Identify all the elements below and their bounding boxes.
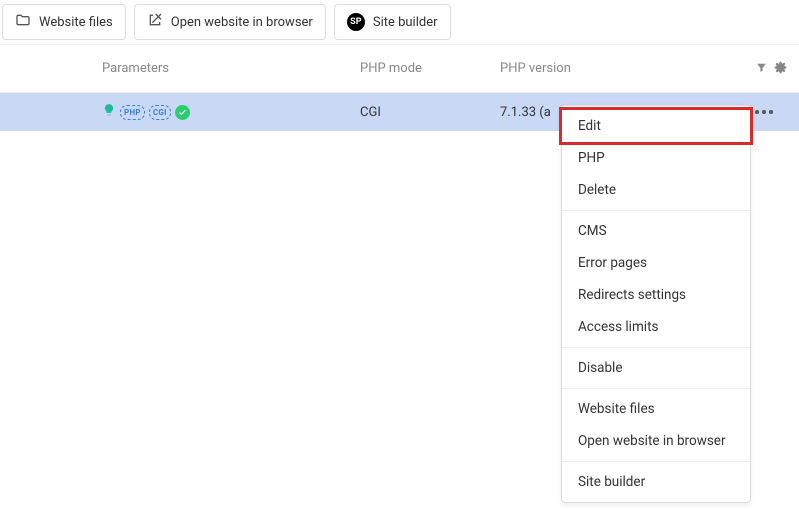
menu-item-redirects[interactable]: Redirects settings <box>562 279 750 311</box>
sp-badge-icon: SP <box>347 13 365 31</box>
table-header: Parameters PHP mode PHP version <box>0 45 799 93</box>
header-php-mode: PHP mode <box>360 61 500 78</box>
filter-icon[interactable] <box>755 61 768 78</box>
menu-item-edit[interactable]: Edit <box>559 107 753 145</box>
menu-divider <box>562 461 750 462</box>
menu-item-php[interactable]: PHP <box>562 142 750 174</box>
menu-divider <box>562 347 750 348</box>
open-in-browser-label: Open website in browser <box>171 15 313 30</box>
lightbulb-icon <box>102 103 116 121</box>
more-actions-icon[interactable] <box>755 110 787 114</box>
menu-divider <box>562 210 750 211</box>
cgi-badge: CGI <box>149 105 171 120</box>
menu-item-disable[interactable]: Disable <box>562 352 750 384</box>
check-circle-icon <box>175 105 190 120</box>
menu-item-access-limits[interactable]: Access limits <box>562 311 750 343</box>
menu-item-delete[interactable]: Delete <box>562 174 750 206</box>
open-in-browser-button[interactable]: Open website in browser <box>134 4 326 40</box>
menu-item-site-builder[interactable]: Site builder <box>562 466 750 498</box>
website-files-button[interactable]: Website files <box>2 4 126 40</box>
site-builder-button[interactable]: SP Site builder <box>334 4 451 40</box>
site-builder-label: Site builder <box>373 15 438 30</box>
header-php-version: PHP version <box>500 61 749 78</box>
menu-item-website-files[interactable]: Website files <box>562 393 750 425</box>
php-badge: PHP <box>120 105 145 120</box>
toolbar: Website files Open website in browser SP… <box>0 0 799 45</box>
row-php-mode: CGI <box>360 105 500 120</box>
context-menu: Edit PHP Delete CMS Error pages Redirect… <box>561 105 751 503</box>
menu-item-error-pages[interactable]: Error pages <box>562 247 750 279</box>
menu-divider <box>562 388 750 389</box>
menu-item-open-browser[interactable]: Open website in browser <box>562 425 750 457</box>
menu-item-cms[interactable]: CMS <box>562 215 750 247</box>
website-files-label: Website files <box>39 15 113 30</box>
open-external-icon <box>147 12 163 32</box>
settings-icon[interactable] <box>774 61 787 78</box>
folder-icon <box>15 12 31 32</box>
parameter-icons: PHP CGI <box>0 103 360 121</box>
header-parameters: Parameters <box>0 61 360 78</box>
